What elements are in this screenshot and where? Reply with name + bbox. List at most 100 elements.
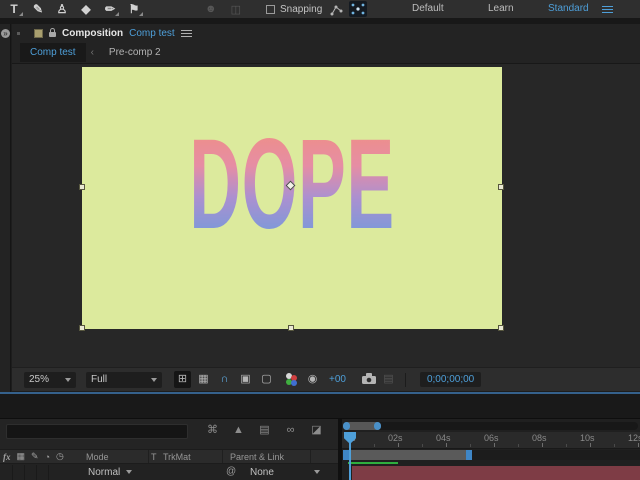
channel-settings-icon[interactable] xyxy=(285,373,298,386)
pickwhip-icon[interactable]: @ xyxy=(226,466,236,477)
snapping-label: Snapping xyxy=(280,4,322,15)
snapping-control[interactable]: Snapping xyxy=(266,0,322,18)
timeline-search-input[interactable] xyxy=(6,424,188,439)
tick-mark xyxy=(446,443,447,447)
viewer-tab-bar: Comp test ‹ Pre-comp 2 xyxy=(12,42,640,64)
clone-stamp-tool-icon[interactable]: ♙ xyxy=(50,0,74,18)
column-trkmat[interactable]: TrkMat xyxy=(163,452,191,462)
capture-region-icon[interactable] xyxy=(349,1,367,17)
parent-value: None xyxy=(250,467,274,478)
tick-mark xyxy=(374,444,375,447)
chevron-down-icon xyxy=(314,470,320,474)
blend-mode-dropdown[interactable]: Normal xyxy=(88,465,132,479)
pane-toggle-icons: fx ▦ ✎ ◔ ◷ xyxy=(3,451,64,462)
selection-handle-bottom-right[interactable] xyxy=(498,325,504,331)
work-area-row xyxy=(342,450,640,460)
selection-handle-left[interactable] xyxy=(79,184,85,190)
column-divider[interactable] xyxy=(148,450,149,463)
column-mode[interactable]: Mode xyxy=(86,452,109,462)
composition-viewer[interactable]: DOPE xyxy=(12,64,640,367)
timeline-layer-area: ⌘ ▲ ▤ ∞ ◪ fx ▦ ✎ ◔ ◷ Mode T TrkMat xyxy=(0,419,340,480)
layer-switches-icon[interactable]: fx xyxy=(3,452,11,462)
tick-label: 06s xyxy=(484,433,499,443)
workspace-menu-icon[interactable] xyxy=(602,6,613,13)
chevron-down-icon xyxy=(151,378,157,382)
mask-visibility-icon[interactable]: ∩ xyxy=(216,371,233,388)
parent-dropdown[interactable]: None xyxy=(250,465,320,479)
workspace-default[interactable]: Default xyxy=(412,0,444,18)
workspace-learn[interactable]: Learn xyxy=(488,0,514,18)
timeline-track-area: 0s 02s 04s 06s 08s 10s 12s xyxy=(342,419,640,480)
timeline-navigator-bar[interactable] xyxy=(343,422,381,430)
tick-mark xyxy=(566,444,567,447)
puppet-pin-tool-icon[interactable]: ⚑ xyxy=(122,0,146,18)
panel-menu-icon[interactable] xyxy=(181,30,192,37)
tick-mark xyxy=(518,444,519,447)
column-divider[interactable] xyxy=(222,450,223,463)
snapping-checkbox[interactable] xyxy=(266,5,275,14)
brush-tool-icon[interactable]: ✎ xyxy=(26,0,50,18)
playhead-line[interactable] xyxy=(349,443,351,480)
av-column-divider xyxy=(48,465,49,480)
composition-canvas[interactable]: DOPE xyxy=(82,67,502,329)
zoom-level: 25% xyxy=(29,374,49,385)
timeline-column-header: fx ▦ ✎ ◔ ◷ Mode T TrkMat Parent & Link xyxy=(0,449,340,464)
eraser-tool-icon[interactable]: ◆ xyxy=(74,0,98,18)
layer-duration-bar[interactable] xyxy=(352,466,640,480)
snapshot-camera-icon[interactable] xyxy=(362,371,376,389)
composition-panel: Composition Comp test Comp test ‹ Pre-co… xyxy=(12,24,640,392)
roto-brush-tool-icon[interactable]: ✏ xyxy=(98,0,122,18)
selection-handle-bottom-center[interactable] xyxy=(288,325,294,331)
work-area-end-handle[interactable] xyxy=(466,450,472,460)
type-tool-icon[interactable]: T xyxy=(2,0,26,18)
navigator-handle-right[interactable] xyxy=(374,422,381,430)
mini-flowchart-icon[interactable]: ⌘ xyxy=(205,423,220,438)
tick-mark xyxy=(590,443,591,447)
chevron-down-icon xyxy=(65,378,71,382)
selection-handle-right[interactable] xyxy=(498,184,504,190)
timeline-panel: ⌘ ▲ ▤ ∞ ◪ fx ▦ ✎ ◔ ◷ Mode T TrkMat xyxy=(0,418,640,480)
resolution-dropdown[interactable]: Full xyxy=(86,372,162,388)
frame-blending-icon[interactable]: ∞ xyxy=(283,423,298,438)
work-area-bar[interactable] xyxy=(343,450,472,460)
navigator-handle-left[interactable] xyxy=(343,422,350,430)
expand-panel-icon[interactable]: » xyxy=(1,29,10,38)
draft-3d-icon[interactable]: ▲ xyxy=(231,423,246,438)
column-t[interactable]: T xyxy=(151,452,157,462)
exposure-value[interactable]: +00 xyxy=(329,374,346,385)
in-out-panes-icon[interactable]: ✎ xyxy=(31,451,39,462)
transfer-controls-icon[interactable]: ▦ xyxy=(17,451,26,462)
composition-panel-header[interactable]: Composition Comp test xyxy=(12,24,640,42)
team-projects-icon: ◫ xyxy=(231,3,241,16)
column-parent-link[interactable]: Parent & Link xyxy=(230,452,284,462)
clock-icon[interactable]: ◷ xyxy=(56,451,64,462)
lock-icon[interactable] xyxy=(49,32,56,37)
current-time-display[interactable]: 0;00;00;00 xyxy=(420,372,481,387)
tick-mark xyxy=(422,444,423,447)
resolution-value: Full xyxy=(91,374,107,385)
timeline-navigator-track[interactable] xyxy=(343,422,638,430)
grid-guides-icon[interactable]: ⊞ xyxy=(174,371,191,388)
motion-blur-icon[interactable]: ◪ xyxy=(309,423,324,438)
reset-exposure-icon[interactable]: ◉ xyxy=(304,371,321,388)
panel-comp-name[interactable]: Comp test xyxy=(129,28,175,39)
magnification-dropdown[interactable]: 25% xyxy=(24,372,76,388)
time-ruler[interactable]: 0s 02s 04s 06s 08s 10s 12s xyxy=(342,432,640,449)
collapsed-panel-strip[interactable]: » xyxy=(0,24,11,393)
tab-pre-comp-2[interactable]: Pre-comp 2 xyxy=(99,43,171,62)
panel-gap xyxy=(0,394,640,418)
viewer-icon-group: ⊞ ▦ ∩ ▣ ▢ xyxy=(174,371,275,388)
tab-comp-test[interactable]: Comp test xyxy=(20,43,86,62)
selection-handle-bottom-left[interactable] xyxy=(79,325,85,331)
tick-mark xyxy=(398,443,399,447)
render-time-icon[interactable]: ◔ xyxy=(45,452,50,462)
av-column-divider xyxy=(36,465,37,480)
main-toolbar: T ✎ ♙ ◆ ✏ ⚑ ☻ ◫ Snapping Default Learn S… xyxy=(0,0,640,18)
workspace-standard[interactable]: Standard xyxy=(548,0,589,18)
shy-layers-icon[interactable]: ▤ xyxy=(257,423,272,438)
tick-mark xyxy=(638,443,639,447)
toggle-viewer-icon[interactable]: ▢ xyxy=(258,371,275,388)
column-divider[interactable] xyxy=(310,450,311,463)
region-of-interest-icon[interactable]: ▣ xyxy=(237,371,254,388)
transparency-grid-icon[interactable]: ▦ xyxy=(195,371,212,388)
